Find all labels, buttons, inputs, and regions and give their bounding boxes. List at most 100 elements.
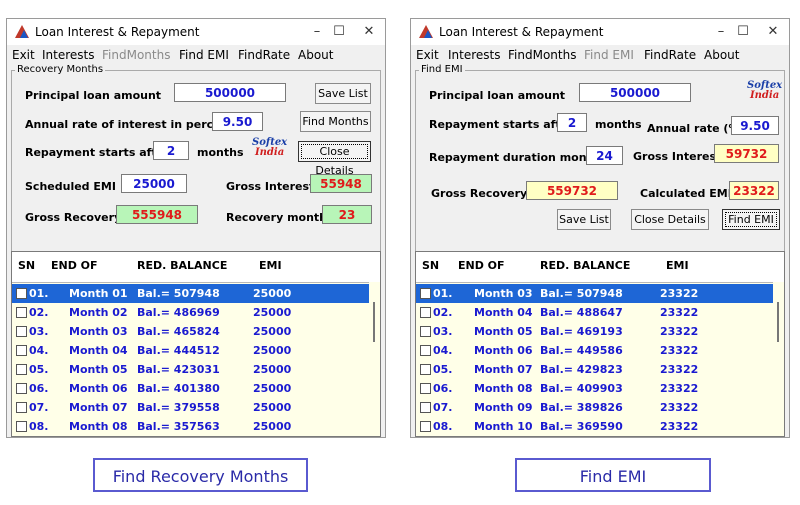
row-checkbox[interactable] <box>16 345 27 356</box>
header-end-of: END OF <box>458 259 505 272</box>
group-label: Find EMI <box>419 64 465 75</box>
menu-find-emi[interactable]: Find EMI <box>179 48 229 62</box>
row-checkbox[interactable] <box>420 421 431 432</box>
starts-field[interactable]: 2 <box>557 113 587 132</box>
table-row[interactable]: 04. Month 06 Bal.= 449586 23322 <box>416 341 774 360</box>
starts-label: Repayment starts after <box>25 146 170 159</box>
table-row[interactable]: 01. Month 01 Bal.= 507948 25000 <box>12 284 370 303</box>
table-row[interactable]: 02. Month 02 Bal.= 486969 25000 <box>12 303 370 322</box>
row-checkbox[interactable] <box>420 383 431 394</box>
duration-field[interactable]: 24 <box>586 146 623 165</box>
row-checkbox[interactable] <box>16 288 27 299</box>
menu-bar: Exit Interests FindMonths Find EMI FindR… <box>411 47 789 65</box>
scrollbar-thumb[interactable] <box>373 302 375 342</box>
months-label: months <box>595 118 642 131</box>
row-checkbox[interactable] <box>420 326 431 337</box>
menu-exit[interactable]: Exit <box>12 48 35 62</box>
gross-interest-value: 55948 <box>310 174 372 193</box>
rate-field[interactable]: 9.50 <box>212 112 263 131</box>
minimize-icon[interactable]: – <box>307 23 327 41</box>
row-checkbox[interactable] <box>420 402 431 413</box>
menu-about[interactable]: About <box>298 48 333 62</box>
save-list-button[interactable]: Save List <box>557 209 611 230</box>
row-checkbox[interactable] <box>420 364 431 375</box>
starts-label: Repayment starts after <box>429 118 574 131</box>
table-row[interactable]: 02. Month 04 Bal.= 488647 23322 <box>416 303 774 322</box>
row-checkbox[interactable] <box>16 421 27 432</box>
title-bar: Loan Interest & Repayment – ☐ ✕ <box>411 19 789 45</box>
principal-field[interactable]: 500000 <box>174 83 286 102</box>
table-row[interactable]: 07. Month 07 Bal.= 379558 25000 <box>12 398 370 417</box>
header-emi: EMI <box>666 259 689 272</box>
table-row[interactable]: 04. Month 04 Bal.= 444512 25000 <box>12 341 370 360</box>
row-checkbox[interactable] <box>16 364 27 375</box>
menu-exit[interactable]: Exit <box>416 48 439 62</box>
close-details-button[interactable]: Close Details <box>631 209 709 230</box>
app-triangle-icon <box>15 25 29 38</box>
menu-about[interactable]: About <box>704 48 739 62</box>
row-checkbox[interactable] <box>420 345 431 356</box>
row-checkbox[interactable] <box>16 326 27 337</box>
calculated-emi-label: Calculated EMI <box>640 187 732 200</box>
table-row[interactable]: 01. Month 03 Bal.= 507948 23322 <box>416 284 774 303</box>
menu-findmonths[interactable]: FindMonths <box>508 48 576 62</box>
header-sn: SN <box>422 259 440 272</box>
maximize-icon[interactable]: ☐ <box>329 23 349 41</box>
menu-findrate[interactable]: FindRate <box>644 48 696 62</box>
menu-findmonths[interactable]: FindMonths <box>102 48 170 62</box>
duration-label: Repayment duration months <box>429 151 607 164</box>
table-row[interactable]: 07. Month 09 Bal.= 389826 23322 <box>416 398 774 417</box>
rate-label: Annual rate of interest in percent <box>25 118 234 131</box>
header-red-balance: RED. BALANCE <box>137 259 228 272</box>
emi-field[interactable]: 25000 <box>121 174 187 193</box>
header-emi: EMI <box>259 259 282 272</box>
table-row[interactable]: 06. Month 06 Bal.= 401380 25000 <box>12 379 370 398</box>
schedule-list[interactable]: SN END OF RED. BALANCE EMI 01. Month 03 Ba… <box>415 251 785 437</box>
principal-field[interactable]: 500000 <box>579 83 691 102</box>
scrollbar-thumb[interactable] <box>777 302 779 342</box>
emi-label: Scheduled EMI <box>25 180 116 193</box>
minimize-icon[interactable]: – <box>711 23 731 41</box>
table-row[interactable]: 03. Month 05 Bal.= 469193 23322 <box>416 322 774 341</box>
table-row[interactable]: 03. Month 03 Bal.= 465824 25000 <box>12 322 370 341</box>
table-row[interactable]: 08. Month 08 Bal.= 357563 25000 <box>12 417 370 436</box>
close-icon[interactable]: ✕ <box>763 23 783 41</box>
window-title: Loan Interest & Repayment <box>439 25 604 39</box>
list-header: SN END OF RED. BALANCE EMI <box>416 252 784 283</box>
menu-bar: Exit Interests FindMonths Find EMI FindR… <box>7 47 385 65</box>
row-checkbox[interactable] <box>16 402 27 413</box>
principal-label: Principal loan amount <box>429 89 566 102</box>
menu-interests[interactable]: Interests <box>42 48 95 62</box>
menu-find-emi[interactable]: Find EMI <box>584 48 634 62</box>
gross-interest-value: 59732 <box>714 144 779 163</box>
list-scrollbar[interactable] <box>773 282 784 436</box>
recovery-months-window: Loan Interest & Repayment – ☐ ✕ Exit Int… <box>6 18 386 438</box>
row-checkbox[interactable] <box>420 307 431 318</box>
table-row[interactable]: 08. Month 10 Bal.= 369590 23322 <box>416 417 774 436</box>
save-list-button[interactable]: Save List <box>315 83 371 104</box>
starts-field[interactable]: 2 <box>153 141 189 160</box>
annual-rate-label: Annual rate (%) <box>647 122 745 135</box>
header-end-of: END OF <box>51 259 98 272</box>
find-months-button[interactable]: Find Months <box>300 111 371 132</box>
menu-findrate[interactable]: FindRate <box>238 48 290 62</box>
menu-interests[interactable]: Interests <box>448 48 501 62</box>
maximize-icon[interactable]: ☐ <box>733 23 753 41</box>
rate-field[interactable]: 9.50 <box>731 116 779 135</box>
close-details-button[interactable]: Close Details <box>298 141 371 177</box>
gross-recovery-value: 559732 <box>526 181 618 200</box>
find-emi-button[interactable]: Find EMI <box>722 209 780 230</box>
table-row[interactable]: 05. Month 07 Bal.= 429823 23322 <box>416 360 774 379</box>
close-icon[interactable]: ✕ <box>359 23 379 41</box>
row-checkbox[interactable] <box>16 307 27 318</box>
row-checkbox[interactable] <box>420 288 431 299</box>
table-row[interactable]: 06. Month 08 Bal.= 409903 23322 <box>416 379 774 398</box>
calculated-emi-value: 23322 <box>729 181 779 200</box>
gross-recovery-label: Gross Recovery <box>431 187 528 200</box>
list-scrollbar[interactable] <box>369 282 380 436</box>
window-title: Loan Interest & Repayment <box>35 25 200 39</box>
title-bar: Loan Interest & Repayment – ☐ ✕ <box>7 19 385 45</box>
schedule-list[interactable]: SN END OF RED. BALANCE EMI 01. Month 01 Ba… <box>11 251 381 437</box>
table-row[interactable]: 05. Month 05 Bal.= 423031 25000 <box>12 360 370 379</box>
row-checkbox[interactable] <box>16 383 27 394</box>
